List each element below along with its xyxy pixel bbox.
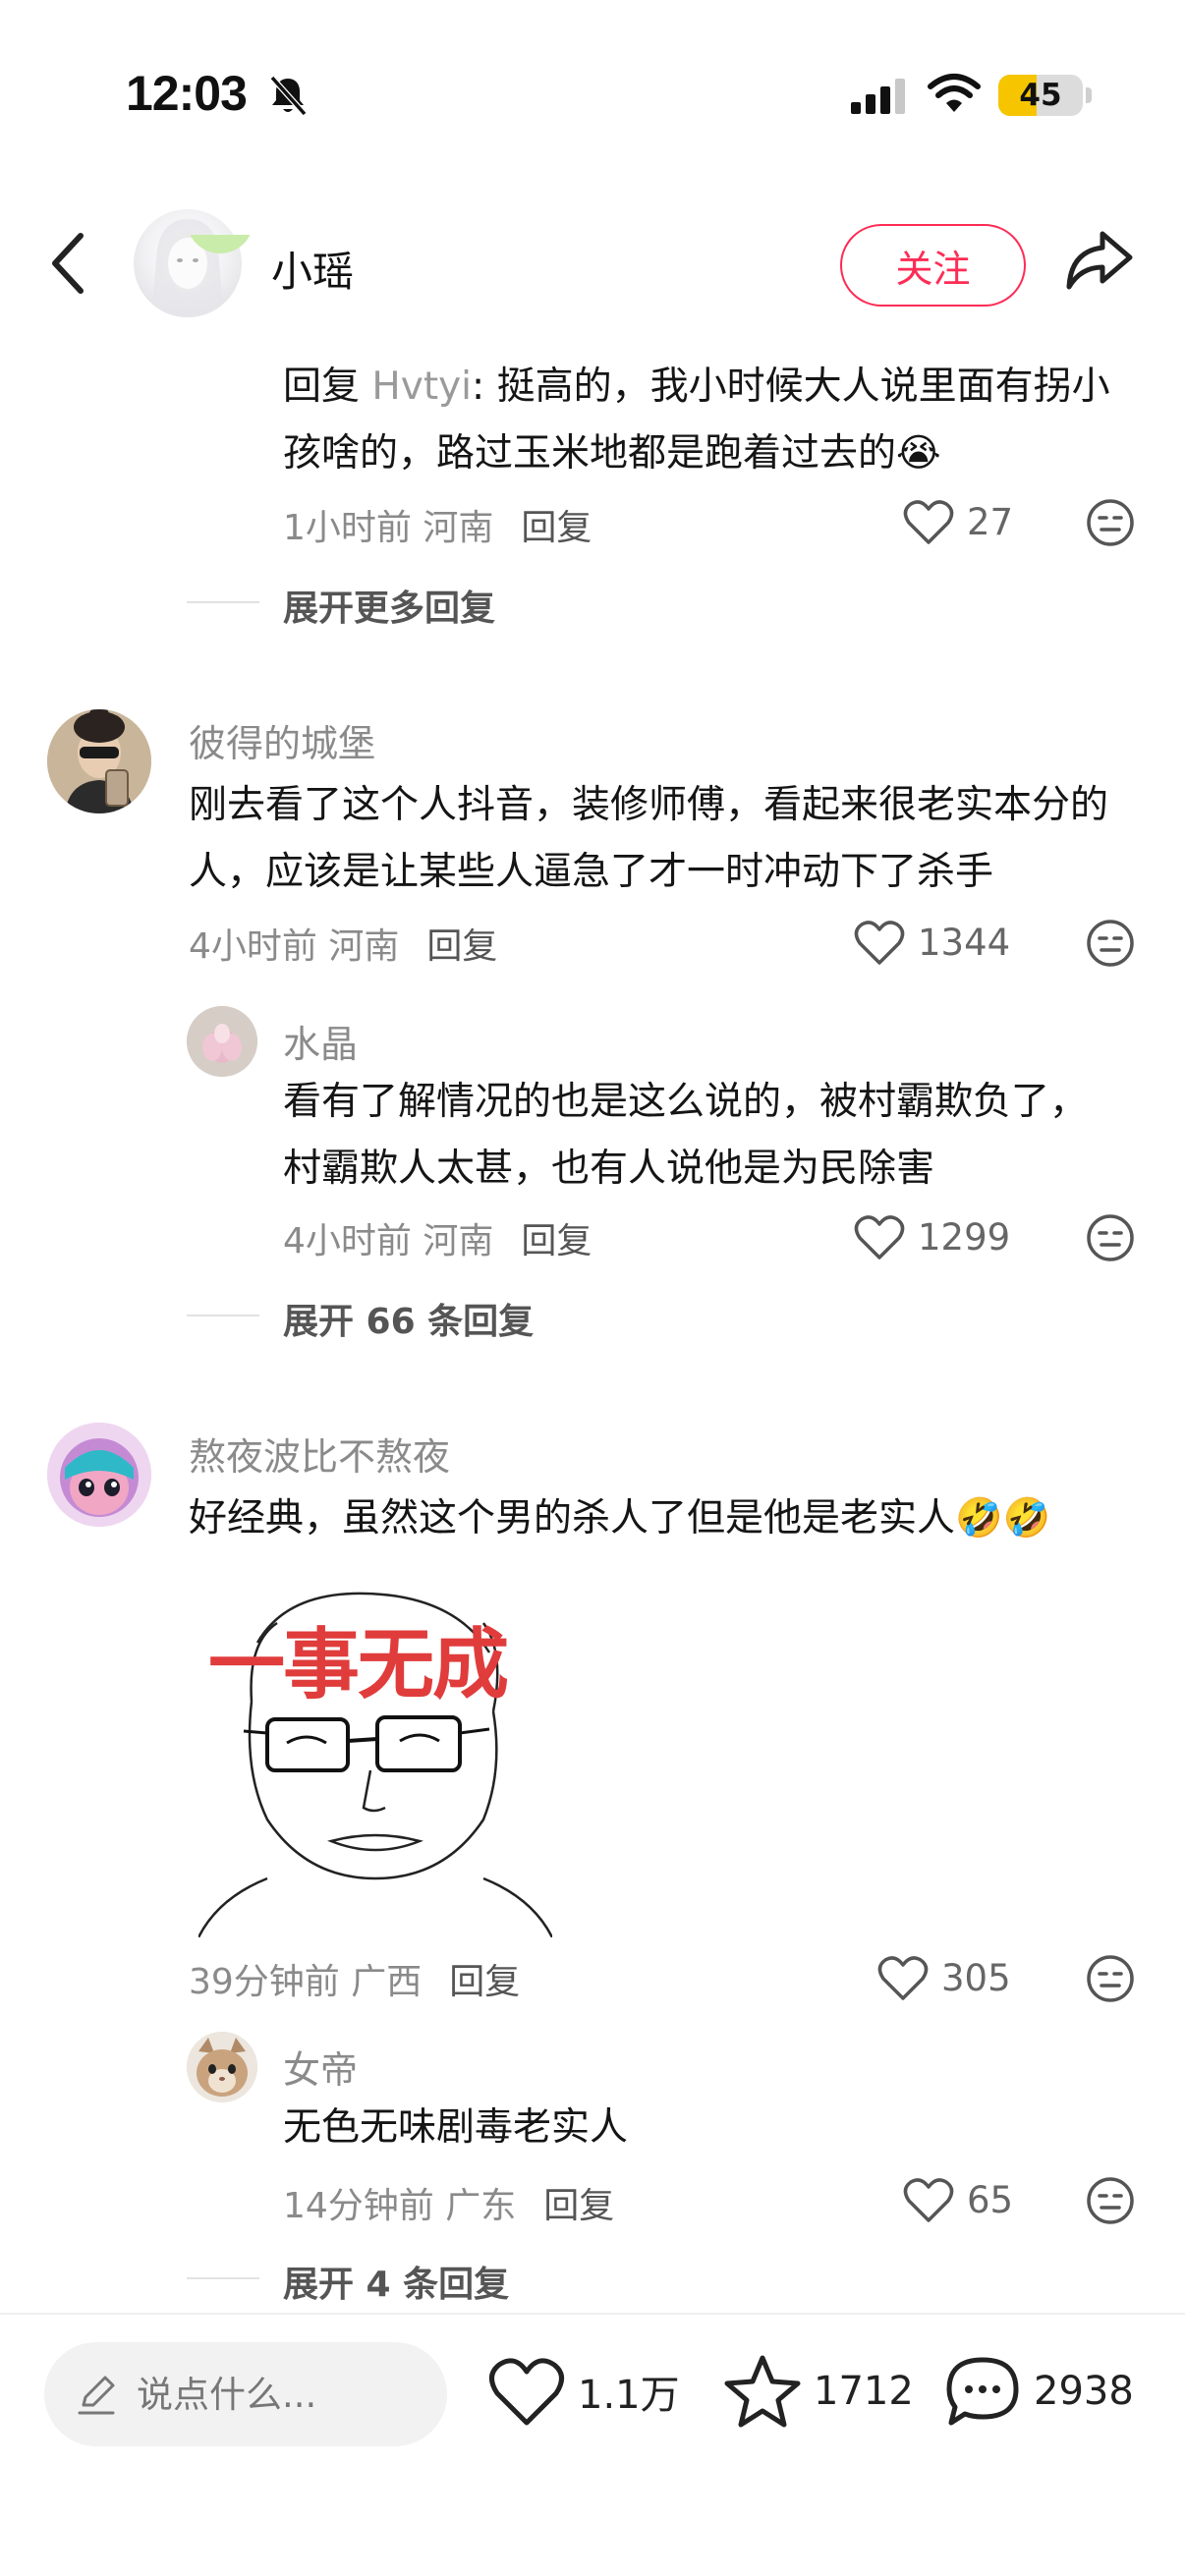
heart-icon [489, 2358, 564, 2426]
comment-content: 好经典，虽然这个男的杀人了但是他是老实人 [189, 1496, 956, 1540]
like-button[interactable]: 27 [902, 497, 1013, 546]
reply-username[interactable]: 水晶 [283, 1014, 358, 1068]
reply-time-location: 1小时前 河南 [283, 508, 494, 548]
commenter-avatar[interactable] [47, 709, 151, 813]
reply-meta: 14分钟前 广东 回复 [283, 2177, 614, 2228]
heart-icon [854, 921, 905, 965]
comment-meta: 4小时前 河南 回复 [189, 918, 497, 969]
share-icon[interactable] [1063, 228, 1136, 293]
heart-icon [854, 1215, 905, 1260]
bottom-divider [0, 2313, 1185, 2315]
reply-avatar[interactable] [187, 2032, 257, 2102]
comment-emoji: 🤣🤣 [955, 1496, 1051, 1540]
reply-prefix: 回复 [283, 364, 372, 409]
dislike-face-icon[interactable] [1085, 2175, 1136, 2226]
commenter-name[interactable]: 彼得的城堡 [189, 713, 375, 767]
reply-button[interactable]: 回复 [543, 2186, 614, 2226]
wifi-icon [928, 74, 981, 112]
reply-username[interactable]: 女帝 [283, 2040, 358, 2094]
comment-bubble-icon [946, 2357, 1019, 2426]
reply-button[interactable]: 回复 [521, 508, 592, 548]
like-count: 1299 [918, 1215, 1011, 1259]
like-count: 27 [967, 500, 1014, 543]
comment-count: 2938 [1034, 2369, 1134, 2414]
reply-time-location: 14分钟前 广东 [283, 2186, 517, 2226]
comment-meta: 39分钟前 广西 回复 [189, 1953, 520, 2004]
meme-caption: 一事无成 [208, 1621, 509, 1709]
like-button[interactable]: 1299 [853, 1212, 1010, 1261]
like-button[interactable]: 1344 [853, 918, 1010, 967]
post-like-count: 1.1万 [578, 2373, 680, 2418]
comment-time-location: 4小时前 河南 [189, 926, 400, 967]
reply-text: 回复 Hvtyi: 挺高的，我小时候大人说里面有拐小孩啥的，路过玉米地都是跑着过… [283, 354, 1128, 487]
status-time: 12:03 [126, 66, 248, 121]
cellular-signal-icon [851, 79, 905, 114]
comment-text: 好经典，虽然这个男的杀人了但是他是老实人🤣🤣 [189, 1485, 1142, 1552]
reply-emoji: 😭 [896, 431, 941, 476]
commenter-name[interactable]: 熬夜波比不熬夜 [189, 1427, 450, 1481]
expand-replies-button[interactable]: 展开 66 条回复 [283, 1293, 534, 1344]
like-button[interactable]: 305 [876, 1953, 1011, 2002]
back-arrow-icon[interactable] [43, 228, 94, 299]
like-post-button[interactable]: 1.1万 [487, 2354, 680, 2429]
reply-meta: 4小时前 河南 回复 [283, 1212, 592, 1263]
like-count: 1344 [918, 921, 1011, 964]
like-button[interactable]: 65 [902, 2175, 1013, 2224]
reply-text: 无色无味剧毒老实人 [283, 2105, 629, 2150]
like-count: 305 [941, 1956, 1011, 1999]
reply-time-location: 4小时前 河南 [283, 1221, 494, 1261]
heart-icon [903, 500, 954, 544]
follow-button[interactable]: 关注 [840, 224, 1026, 307]
expand-divider [187, 2277, 259, 2279]
comments-button[interactable]: 2938 [943, 2354, 1134, 2429]
pencil-icon [78, 2376, 115, 2415]
battery-tip [1086, 87, 1092, 103]
author-name[interactable]: 小瑶 [271, 239, 354, 299]
dislike-face-icon[interactable] [1085, 918, 1136, 969]
reply-to-user[interactable]: Hvtyi [371, 364, 472, 409]
battery-indicator: 45 [998, 75, 1083, 116]
dislike-face-icon[interactable] [1085, 1212, 1136, 1263]
heart-icon [903, 2178, 954, 2222]
comment-input-box[interactable] [44, 2342, 447, 2446]
like-count: 65 [967, 2178, 1014, 2221]
reply-button[interactable]: 回复 [521, 1221, 592, 1261]
expand-replies-button[interactable]: 展开 4 条回复 [283, 2256, 509, 2307]
battery-level: 45 [1019, 78, 1062, 113]
silent-bell-icon [269, 76, 308, 116]
reply-avatar[interactable] [187, 1006, 257, 1077]
comment-input[interactable] [137, 2373, 431, 2416]
expand-divider [187, 1315, 259, 1316]
reply-text: 看有了解情况的也是这么说的，被村霸欺负了，村霸欺人太甚，也有人说他是为民除害 [283, 1080, 1089, 1191]
comment-text: 刚去看了这个人抖音，装修师傅，看起来很老实本分的人，应该是让某些人逼急了才一时冲… [189, 783, 1109, 894]
favorite-button[interactable]: 1712 [723, 2354, 914, 2429]
expand-replies-button[interactable]: 展开更多回复 [283, 580, 495, 631]
meme-image[interactable]: 一事无成 [197, 1584, 554, 1938]
dislike-face-icon[interactable] [1085, 1953, 1136, 2004]
expand-divider [187, 601, 259, 603]
reply-meta: 1小时前 河南 回复 [283, 499, 592, 550]
comment-time-location: 39分钟前 广西 [189, 1962, 423, 2002]
star-icon [724, 2355, 801, 2428]
reply-button[interactable]: 回复 [449, 1962, 520, 2002]
heart-icon [877, 1956, 929, 2000]
reply-button[interactable]: 回复 [426, 926, 497, 967]
favorite-count: 1712 [814, 2369, 914, 2414]
dislike-face-icon[interactable] [1085, 497, 1136, 548]
author-avatar[interactable] [134, 209, 242, 317]
commenter-avatar[interactable] [47, 1423, 151, 1527]
